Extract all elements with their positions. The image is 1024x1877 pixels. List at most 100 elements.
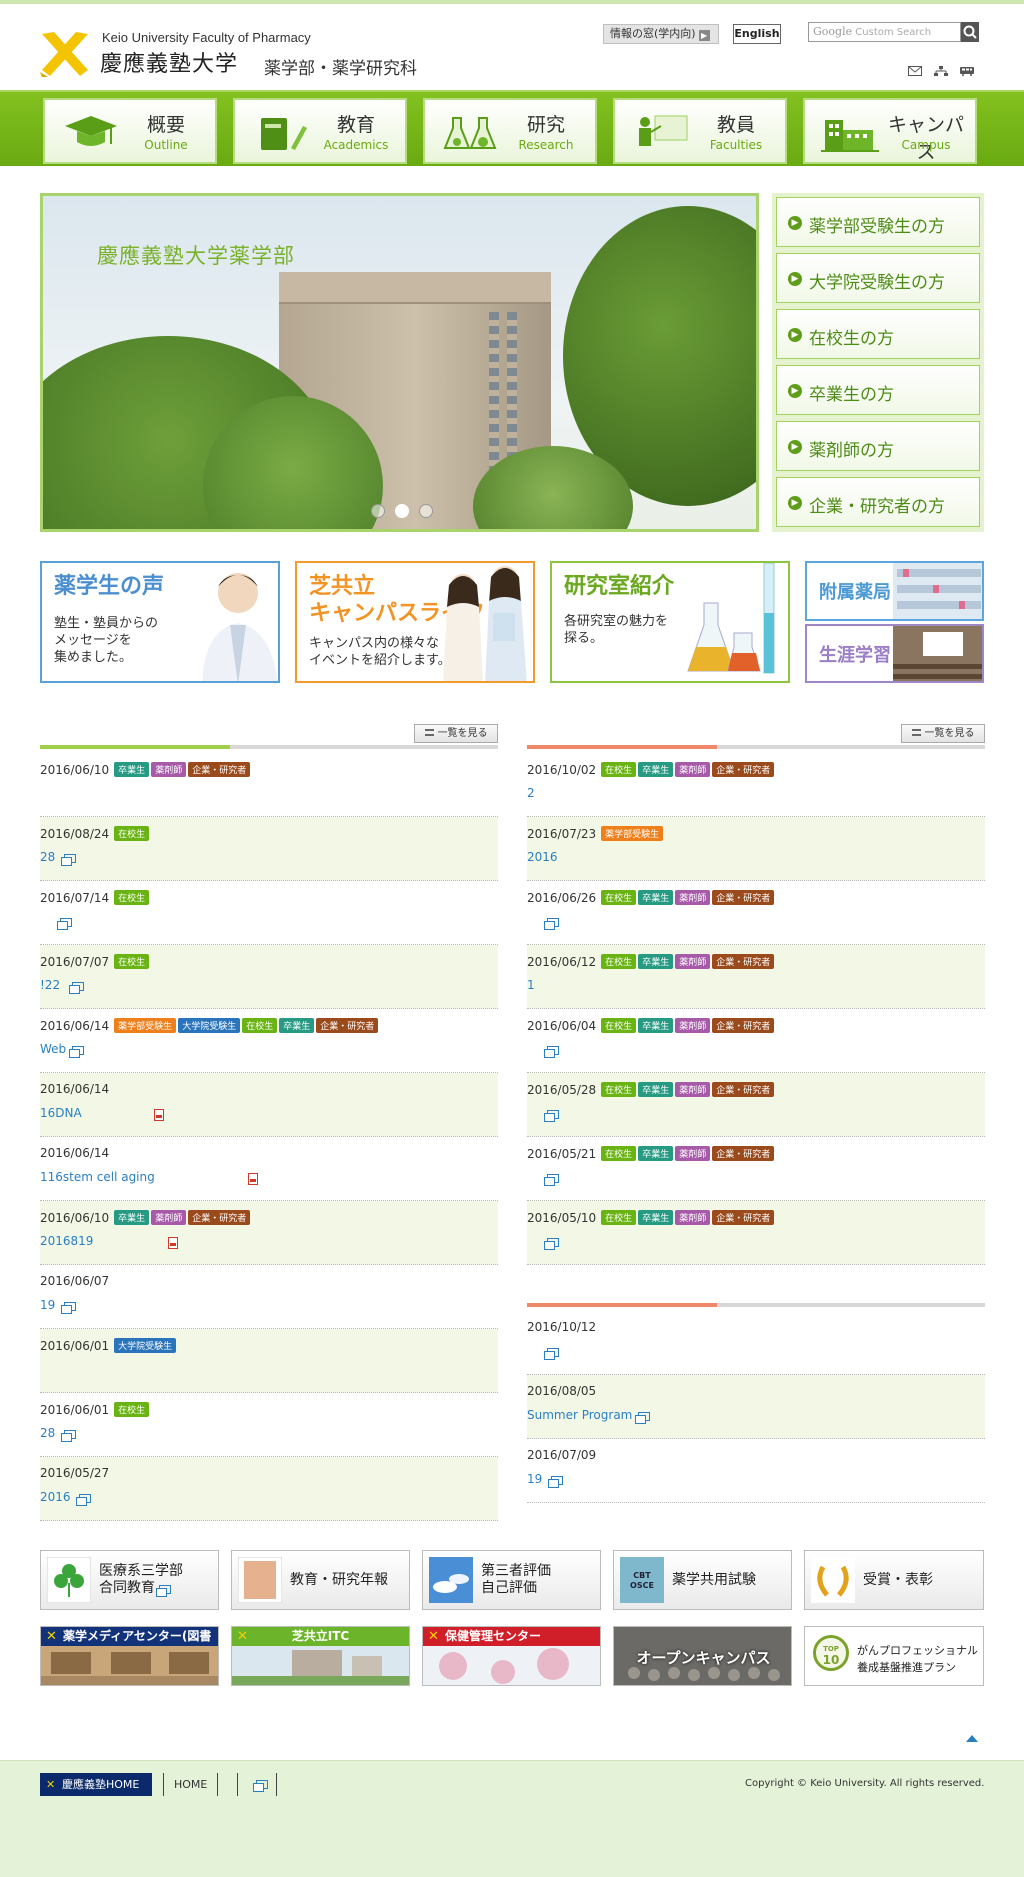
- news-title-link[interactable]: 116stem cell aging: [40, 1170, 155, 1184]
- news-title-link[interactable]: 2016819: [40, 1234, 93, 1248]
- banner-desc: メッセージを: [54, 633, 132, 648]
- banner-lifelong-learning[interactable]: 生涯学習: [805, 624, 984, 683]
- news-title-link[interactable]: 1: [527, 978, 535, 992]
- news-date: 2016/06/14: [40, 1082, 110, 1096]
- link-current-students[interactable]: ▶ 在校生の方: [776, 309, 980, 359]
- access-bus-icon[interactable]: [960, 66, 974, 76]
- slide-dot[interactable]: [419, 504, 433, 518]
- news-title-link[interactable]: !22: [40, 978, 60, 992]
- banner-desc: 探る。: [564, 631, 604, 646]
- footer-external-link[interactable]: [237, 1773, 277, 1796]
- news-date: 2016/05/10: [527, 1211, 597, 1225]
- news-title-link[interactable]: 2016: [40, 1490, 71, 1504]
- link-evaluation[interactable]: 第三者評価 自己評価: [422, 1550, 601, 1610]
- news-item[interactable]: 2016/05/21 在校生 卒業生 薬剤師 企業・研究者: [527, 1137, 985, 1201]
- news-item[interactable]: 2016/07/09 19: [527, 1439, 985, 1503]
- news-title-link[interactable]: Summer Program: [527, 1408, 632, 1422]
- banner-campus-life[interactable]: 芝共立 キャンパスライフ キャンパス内の様々な イベントを紹介します。: [295, 561, 535, 683]
- news-title-link[interactable]: 28: [40, 1426, 55, 1440]
- news-item[interactable]: 2016/06/14 116stem cell aging: [40, 1137, 498, 1201]
- slide-dot[interactable]: [371, 504, 385, 518]
- mail-icon[interactable]: [908, 66, 922, 76]
- chevron-right-icon: ▶: [788, 328, 802, 342]
- category-tag: 薬剤師: [151, 762, 187, 777]
- news-item[interactable]: 2016/08/24 在校生 28: [40, 817, 498, 881]
- news-title-link[interactable]: 16DNA: [40, 1106, 82, 1120]
- footer-link-empty[interactable]: [217, 1773, 237, 1796]
- campus-buildings-photo: [232, 1646, 409, 1685]
- news-item[interactable]: 2016/06/01 大学院受験生: [40, 1329, 498, 1393]
- footer-home-link[interactable]: HOME: [163, 1773, 217, 1796]
- banner-lab-intro[interactable]: 研究室紹介 各研究室の魅力を 探る。: [550, 561, 790, 683]
- news-item[interactable]: 2016/05/28 在校生 卒業生 薬剤師 企業・研究者: [527, 1073, 985, 1137]
- nav-campus[interactable]: キャンパス Campus: [803, 98, 977, 164]
- link-annual-report[interactable]: 教育・研究年報: [231, 1550, 410, 1610]
- sitemap-icon[interactable]: [934, 66, 948, 76]
- news-item[interactable]: 2016/06/10 卒業生 薬剤師 企業・研究者 2016819: [40, 1201, 498, 1265]
- news-title-link[interactable]: 2016: [527, 850, 558, 864]
- view-all-button[interactable]: 一覧を見る: [414, 724, 498, 743]
- info-window-button[interactable]: 情報の窓(学内向) ▶: [603, 24, 719, 44]
- report-book-icon: [238, 1557, 282, 1603]
- students-photo: [443, 566, 527, 681]
- news-item[interactable]: 2016/10/02 在校生 卒業生 薬剤師 企業・研究者 2: [527, 753, 985, 817]
- english-button[interactable]: English: [733, 24, 781, 44]
- news-item[interactable]: 2016/05/10 在校生 卒業生 薬剤師 企業・研究者: [527, 1201, 985, 1265]
- faculty-name[interactable]: 薬学部・薬学研究科: [264, 54, 417, 79]
- news-item[interactable]: 2016/08/05 Summer Program: [527, 1375, 985, 1439]
- news-item[interactable]: 2016/06/04 在校生 卒業生 薬剤師 企業・研究者: [527, 1009, 985, 1073]
- news-title-link[interactable]: 2: [527, 786, 535, 800]
- news-item[interactable]: 2016/06/10 卒業生 薬剤師 企業・研究者: [40, 753, 498, 817]
- news-item[interactable]: 2016/06/14 16DNA: [40, 1073, 498, 1137]
- view-all-button[interactable]: 一覧を見る: [901, 724, 985, 743]
- university-name-jp[interactable]: 慶應義塾大学: [100, 46, 238, 78]
- news-title-link[interactable]: 19: [527, 1472, 542, 1486]
- news-title-link[interactable]: Web: [40, 1042, 66, 1056]
- search-input[interactable]: Google Custom Search: [808, 22, 961, 42]
- banner-affiliated-pharmacy[interactable]: 附属薬局: [805, 561, 984, 621]
- news-item[interactable]: 2016/07/07 在校生 !22: [40, 945, 498, 1009]
- news-item[interactable]: 2016/06/01 在校生 28: [40, 1393, 498, 1457]
- link-interprofessional-education[interactable]: 医療系三学部 合同教育: [40, 1550, 219, 1610]
- banner-cancer-professional[interactable]: TOP 10 がんプロフェッショナル 養成基盤推進プラン: [804, 1626, 984, 1686]
- search-button[interactable]: [961, 22, 979, 42]
- news-item[interactable]: 2016/05/27 2016: [40, 1457, 498, 1521]
- news-title-link[interactable]: 19: [40, 1298, 55, 1312]
- hero-slideshow[interactable]: 慶應義塾大学薬学部: [40, 193, 759, 532]
- news-item[interactable]: 2016/06/26 在校生 卒業生 薬剤師 企業・研究者: [527, 881, 985, 945]
- link-alumni[interactable]: ▶ 卒業生の方: [776, 365, 980, 415]
- news-item[interactable]: 2016/06/07 19: [40, 1265, 498, 1329]
- news-title-link[interactable]: 28: [40, 850, 55, 864]
- news-item[interactable]: 2016/07/14 在校生: [40, 881, 498, 945]
- keio-pen-logo-icon[interactable]: [38, 30, 92, 78]
- banner-title: 薬学生の声: [54, 574, 165, 599]
- banner-student-voices[interactable]: 薬学生の声 塾生・塾員からの メッセージを 集めました。: [40, 561, 280, 683]
- news-item[interactable]: 2016/06/14 薬学部受験生 大学院受験生 在校生 卒業生 企業・研究者 Web: [40, 1009, 498, 1073]
- link-prospective-undergrad[interactable]: ▶ 薬学部受験生の方: [776, 197, 980, 247]
- link-common-exam[interactable]: CBT OSCE 薬学共用試験: [613, 1550, 792, 1610]
- page-top-arrow-icon[interactable]: [966, 1735, 978, 1742]
- banner-health-center[interactable]: 保健管理センター: [422, 1626, 601, 1686]
- category-tag: 在校生: [601, 1210, 637, 1225]
- news-item[interactable]: 2016/06/12 在校生 卒業生 薬剤師 企業・研究者 1: [527, 945, 985, 1009]
- news-date: 2016/06/01: [40, 1339, 110, 1353]
- link-companies-researchers[interactable]: ▶ 企業・研究者の方: [776, 477, 980, 527]
- slide-dot-active[interactable]: [395, 504, 409, 518]
- banner-media-center[interactable]: 薬学メディアセンター(図書館): [40, 1626, 219, 1686]
- nav-faculties[interactable]: 教員 Faculties: [613, 98, 787, 164]
- category-tag: 企業・研究者: [712, 1082, 775, 1097]
- nav-outline[interactable]: 概要 Outline: [43, 98, 217, 164]
- banner-open-campus[interactable]: オープンキャンパス: [613, 1626, 792, 1686]
- news-item[interactable]: 2016/07/23 薬学部受験生 2016: [527, 817, 985, 881]
- link-pharmacists[interactable]: ▶ 薬剤師の方: [776, 421, 980, 471]
- category-tag: 在校生: [601, 954, 637, 969]
- nav-research[interactable]: 研究 Research: [423, 98, 597, 164]
- nav-academics[interactable]: 教育 Academics: [233, 98, 407, 164]
- banner-caption: 芝共立ITC: [232, 1627, 409, 1646]
- link-awards[interactable]: 受賞・表彰: [804, 1550, 984, 1610]
- category-tag: 卒業生: [279, 1018, 315, 1033]
- banner-shiba-kyoritsu-itc[interactable]: 芝共立ITC: [231, 1626, 410, 1686]
- keio-home-link[interactable]: 慶應義塾HOME: [40, 1773, 152, 1796]
- news-item[interactable]: 2016/10/12: [527, 1311, 985, 1375]
- link-prospective-grad[interactable]: ▶ 大学院受験生の方: [776, 253, 980, 303]
